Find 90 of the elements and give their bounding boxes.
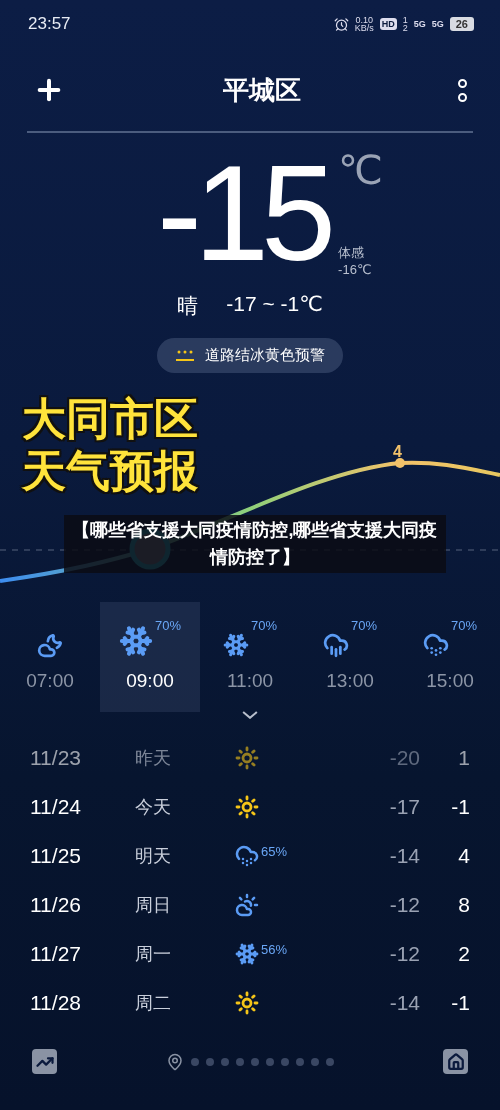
page-dot[interactable] xyxy=(326,1057,334,1066)
page-dot[interactable] xyxy=(311,1057,319,1066)
signal-label: 5G xyxy=(413,19,426,30)
high-temperature: 8 xyxy=(457,892,470,917)
page-dot[interactable] xyxy=(281,1057,289,1066)
sun-icon xyxy=(235,745,259,770)
sun-icon xyxy=(235,794,259,819)
home-button[interactable] xyxy=(443,1049,468,1075)
precipitation-chance: 65% xyxy=(261,843,288,859)
low-temperature: -14 xyxy=(388,990,420,1015)
snowflake-icon xyxy=(119,623,153,658)
hd-badge: HD xyxy=(379,18,397,31)
forecast-day: 明天 xyxy=(135,843,235,868)
low-temperature: -17 xyxy=(388,794,420,819)
feels-like-value: -16℃ xyxy=(338,262,373,278)
low-temperature: -12 xyxy=(388,941,420,966)
page-dot[interactable] xyxy=(191,1057,199,1066)
sim-number: 1 xyxy=(402,16,408,25)
caption-banner: 【哪些省支援大同疫情防控,哪些省支援大同疫情防控了】 xyxy=(64,515,446,574)
low-temperature: -12 xyxy=(388,892,420,917)
page-dot[interactable] xyxy=(221,1057,229,1066)
hourly-item[interactable]: 70% 11:00 xyxy=(200,601,300,712)
high-temperature: -1 xyxy=(450,990,470,1015)
forecast-date: 11/26 xyxy=(30,892,82,917)
trend-button[interactable] xyxy=(32,1049,57,1075)
peak-temperature: 4 xyxy=(393,443,402,462)
status-time: 23:57 xyxy=(28,14,71,35)
hour-time: 13:00 xyxy=(326,669,374,692)
page-dot[interactable] xyxy=(266,1057,274,1066)
high-temperature: 2 xyxy=(457,941,470,966)
page-dot[interactable] xyxy=(251,1057,259,1066)
page-dot[interactable] xyxy=(236,1057,244,1066)
alarm-icon xyxy=(333,16,349,32)
hour-time: 11:00 xyxy=(226,669,274,692)
hour-time: 15:00 xyxy=(426,669,474,692)
more-button[interactable] xyxy=(458,78,467,102)
overlay-title: 天气预报 xyxy=(22,445,198,498)
hour-time: 07:00 xyxy=(26,669,74,692)
hourly-item[interactable]: 70% 15:00 xyxy=(400,601,500,712)
sun-icon xyxy=(235,990,259,1015)
cloud-moon-icon xyxy=(37,631,63,658)
overlay-title: 大同市区 xyxy=(22,393,198,446)
forecast-day: 昨天 xyxy=(135,745,235,770)
ice-road-icon xyxy=(175,348,195,363)
rain-cloud-icon xyxy=(323,631,349,658)
cloud-sun-icon xyxy=(235,892,259,917)
hourly-item[interactable]: 07:00 xyxy=(0,601,100,712)
expand-chevron-icon[interactable] xyxy=(240,709,260,720)
forecast-date: 11/23 xyxy=(30,745,82,770)
temperature-unit: ℃ xyxy=(338,147,383,194)
low-temperature: -14 xyxy=(388,843,420,868)
hourly-item[interactable]: 70% 13:00 xyxy=(300,601,400,712)
location-pin-icon[interactable] xyxy=(166,1052,184,1071)
current-temperature: -15 xyxy=(156,141,329,287)
precipitation-chance: 70% xyxy=(351,617,377,633)
snowflake-icon xyxy=(223,631,249,658)
precipitation-chance: 70% xyxy=(451,617,477,633)
home-icon xyxy=(446,1052,465,1071)
page-dot[interactable] xyxy=(296,1057,304,1066)
snow-cloud-icon xyxy=(235,843,259,868)
high-temperature: 4 xyxy=(457,843,470,868)
snowflake-icon xyxy=(235,941,259,966)
weather-condition: 晴 xyxy=(177,293,199,320)
forecast-date: 11/25 xyxy=(30,843,82,868)
feels-like-label: 体感 xyxy=(338,244,366,263)
high-temperature: 1 xyxy=(457,745,470,770)
forecast-date: 11/28 xyxy=(30,990,82,1015)
forecast-date: 11/27 xyxy=(30,941,82,966)
city-title: 平城区 xyxy=(222,73,301,107)
sim-number: 2 xyxy=(402,24,408,33)
alert-pill[interactable]: 道路结冰黄色预警 xyxy=(157,338,343,374)
snow-cloud-icon xyxy=(423,631,449,658)
forecast-day: 周二 xyxy=(135,990,235,1015)
page-dot[interactable] xyxy=(206,1057,214,1066)
low-temperature: -20 xyxy=(388,745,420,770)
forecast-day: 周一 xyxy=(135,941,235,966)
forecast-day: 今天 xyxy=(135,794,235,819)
precipitation-chance: 70% xyxy=(251,617,277,633)
battery-level: 26 xyxy=(449,17,474,32)
forecast-day: 周日 xyxy=(135,892,235,917)
precipitation-chance: 70% xyxy=(155,617,181,633)
temperature-range: -17 ~ -1℃ xyxy=(226,292,323,318)
hourly-item[interactable]: 70% 09:00 xyxy=(100,601,200,712)
precipitation-chance: 56% xyxy=(261,941,288,957)
hour-time: 09:00 xyxy=(126,669,174,692)
forecast-date: 11/24 xyxy=(30,794,82,819)
high-temperature: -1 xyxy=(450,794,470,819)
signal-label: 5G xyxy=(431,19,444,30)
net-speed-unit: KB/s xyxy=(354,24,374,33)
net-speed: 0.10 xyxy=(355,16,373,25)
